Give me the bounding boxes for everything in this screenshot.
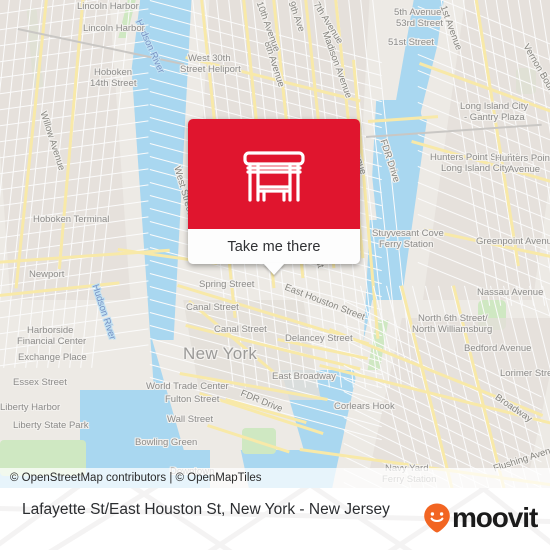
take-me-there-label: Take me there [227, 238, 321, 255]
location-popup-card[interactable]: Take me there [188, 119, 360, 275]
map-canvas[interactable]: New York Hudson River Hudson River Lincoln … [0, 0, 550, 488]
map-attribution-bar: © OpenStreetMap contributors | © OpenMap… [0, 468, 550, 488]
attribution-text[interactable]: © OpenStreetMap contributors | © OpenMap… [0, 472, 262, 484]
moovit-wordmark: moovit [452, 502, 538, 533]
popup-cta-panel[interactable]: Take me there [188, 229, 360, 275]
page-title: Lafayette St/East Houston St, New York -… [22, 501, 390, 518]
moovit-logo[interactable]: moovit [423, 502, 538, 533]
bus-shelter-icon [243, 151, 305, 202]
moovit-map-screenshot: New York Hudson River Hudson River Lincoln … [0, 0, 550, 550]
popup-pointer-tail [263, 263, 285, 275]
moovit-pin-smiley-icon [424, 503, 450, 533]
popup-icon-panel [188, 119, 360, 229]
